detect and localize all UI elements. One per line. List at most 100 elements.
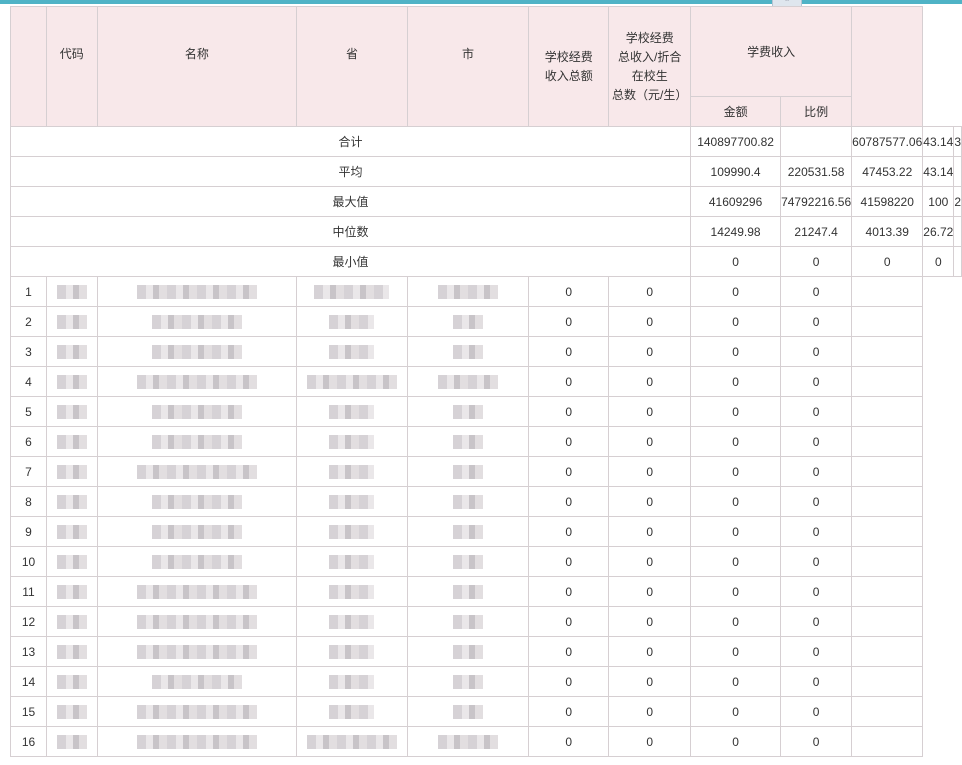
summary-row[interactable]: 最大值 41609296 74792216.56 41598220 100 2 bbox=[9, 186, 962, 217]
province-cell bbox=[296, 366, 408, 397]
tuition-amount-header[interactable]: 金额 bbox=[690, 96, 782, 127]
redacted-code bbox=[56, 434, 87, 449]
redacted-province bbox=[329, 524, 375, 539]
table-row[interactable]: 60000 bbox=[10, 426, 962, 457]
city-cell bbox=[406, 396, 530, 427]
city-cell bbox=[406, 546, 530, 577]
per-student-cell: 0 bbox=[608, 726, 692, 757]
per-student-cell: 21247.4 bbox=[780, 216, 853, 247]
table-row[interactable]: 14 0 0 0 0 bbox=[10, 666, 962, 697]
row-index: 14 bbox=[10, 666, 47, 697]
tuition-amount-cell: 0 bbox=[690, 666, 782, 697]
row-index: 13 bbox=[10, 636, 47, 667]
tuition-amount-cell: 41598220 bbox=[851, 186, 924, 217]
per-student-cell: 0 bbox=[780, 246, 853, 277]
table-row[interactable]: 40000 bbox=[10, 366, 962, 397]
total-income-cell: 0 bbox=[528, 336, 610, 367]
table-row[interactable]: 11 0 0 0 0 bbox=[10, 576, 962, 607]
table-row[interactable]: 10 0 0 0 0 bbox=[10, 546, 962, 577]
summary-row[interactable]: 中位数 14249.98 21247.4 4013.39 26.72 bbox=[9, 216, 962, 247]
table-row[interactable]: 15 0 0 0 0 bbox=[10, 696, 962, 727]
per-student-cell: 0 bbox=[608, 276, 692, 307]
redacted-name bbox=[151, 344, 242, 359]
redacted-city bbox=[452, 494, 483, 509]
per-student-header-line1: 学校经费 bbox=[625, 30, 674, 45]
per-student-cell: 0 bbox=[608, 606, 692, 637]
name-header[interactable]: 名称 bbox=[96, 6, 298, 127]
redacted-city bbox=[437, 284, 498, 299]
redacted-code bbox=[56, 584, 87, 599]
city-cell bbox=[406, 336, 530, 367]
extra-cell bbox=[851, 516, 924, 547]
tuition-ratio-cell: 0 bbox=[780, 726, 853, 757]
city-cell bbox=[406, 456, 530, 487]
table-row[interactable]: 90000 bbox=[10, 516, 962, 547]
redacted-name bbox=[151, 674, 242, 689]
province-cell bbox=[296, 486, 408, 517]
tuition-amount-cell: 0 bbox=[690, 486, 782, 517]
province-cell bbox=[296, 636, 408, 667]
extra-cell bbox=[851, 606, 924, 637]
redacted-city bbox=[452, 344, 483, 359]
province-cell bbox=[296, 546, 408, 577]
redacted-name bbox=[136, 284, 257, 299]
tuition-amount-cell: 0 bbox=[690, 576, 782, 607]
redacted-name bbox=[151, 554, 242, 569]
table-row[interactable]: 30000 bbox=[10, 336, 962, 367]
table-row[interactable]: 10000 bbox=[10, 276, 962, 307]
table-row[interactable]: 12 0 0 0 0 bbox=[10, 606, 962, 637]
extra-cell bbox=[851, 336, 924, 367]
summary-row[interactable]: 合计 140897700.82 60787577.06 43.14 3 bbox=[9, 126, 962, 157]
table-row[interactable]: 16 0 0 0 0 bbox=[10, 726, 962, 757]
tuition-header[interactable]: 学费收入 bbox=[690, 6, 853, 97]
table-row[interactable]: 70000 bbox=[10, 456, 962, 487]
redacted-city bbox=[437, 734, 498, 749]
redacted-province bbox=[329, 584, 375, 599]
total-income-cell: 0 bbox=[528, 426, 610, 457]
tuition-amount-cell: 0 bbox=[690, 726, 782, 757]
index-header bbox=[10, 6, 47, 127]
per-student-header[interactable]: 学校经费 总收入/折合 在校生 总数（元/生） bbox=[608, 6, 692, 127]
summary-row[interactable]: 最小值 0 0 0 0 bbox=[9, 246, 962, 277]
table-row[interactable]: 20000 bbox=[10, 306, 962, 337]
per-student-cell: 0 bbox=[608, 636, 692, 667]
total-income-cell: 0 bbox=[528, 636, 610, 667]
extra-cell bbox=[953, 246, 962, 277]
table-row[interactable]: 13 0 0 0 0 bbox=[10, 636, 962, 667]
province-header[interactable]: 省 bbox=[296, 6, 408, 127]
summary-label: 最小值 bbox=[9, 246, 692, 277]
total-income-cell: 109990.4 bbox=[690, 156, 782, 187]
total-income-header[interactable]: 学校经费 收入总额 bbox=[528, 6, 610, 127]
tuition-amount-cell: 0 bbox=[690, 426, 782, 457]
code-header[interactable]: 代码 bbox=[45, 6, 98, 127]
code-cell bbox=[45, 636, 98, 667]
redacted-province bbox=[329, 344, 375, 359]
per-student-cell: 0 bbox=[608, 456, 692, 487]
per-student-cell: 0 bbox=[608, 516, 692, 547]
tuition-ratio-header[interactable]: 比例 bbox=[780, 96, 853, 127]
tuition-amount-cell: 0 bbox=[690, 606, 782, 637]
redacted-province bbox=[329, 404, 375, 419]
tuition-ratio-cell: 43.14 bbox=[922, 126, 955, 157]
redacted-code bbox=[56, 554, 87, 569]
tuition-ratio-cell: 0 bbox=[780, 576, 853, 607]
name-cell bbox=[96, 546, 298, 577]
province-cell bbox=[296, 606, 408, 637]
province-cell bbox=[296, 306, 408, 337]
code-cell bbox=[45, 276, 98, 307]
table-row[interactable]: 50000 bbox=[10, 396, 962, 427]
province-cell bbox=[296, 336, 408, 367]
redacted-code bbox=[56, 644, 87, 659]
tuition-amount-cell: 0 bbox=[690, 276, 782, 307]
summary-row[interactable]: 平均 109990.4 220531.58 47453.22 43.14 bbox=[9, 156, 962, 187]
tuition-ratio-cell: 0 bbox=[922, 246, 955, 277]
city-header[interactable]: 市 bbox=[406, 6, 530, 127]
redacted-code bbox=[56, 674, 87, 689]
redacted-province bbox=[329, 434, 375, 449]
redacted-city bbox=[452, 704, 483, 719]
tuition-ratio-cell: 0 bbox=[780, 336, 853, 367]
tuition-amount-cell: 0 bbox=[690, 516, 782, 547]
table-row[interactable]: 80000 bbox=[10, 486, 962, 517]
redacted-city bbox=[452, 524, 483, 539]
city-cell bbox=[406, 486, 530, 517]
